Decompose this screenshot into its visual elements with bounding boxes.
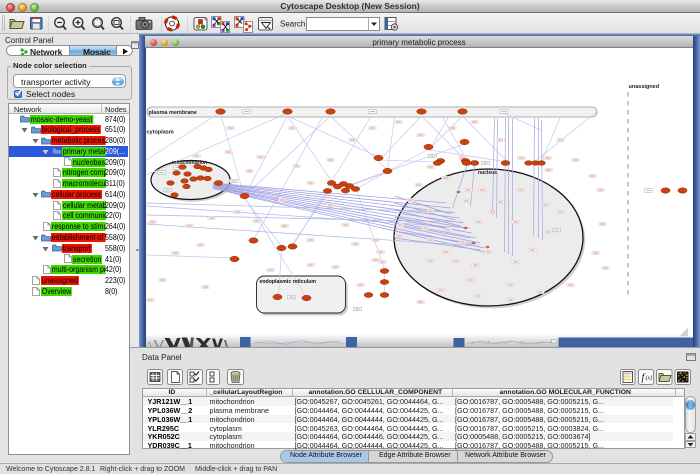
svg-text:endoplasmic reticulum: endoplasmic reticulum [259, 279, 316, 285]
svg-text:Search:: Search: [280, 20, 308, 29]
svg-text:unassigned: unassigned [628, 84, 659, 90]
svg-text:cytoplasm: cytoplasm [146, 130, 173, 136]
svg-text:(x): (x) [646, 375, 653, 382]
svg-text:nucleus: nucleus [478, 170, 497, 176]
svg-text:mitochondrion: mitochondrion [172, 160, 207, 166]
svg-text:plasma membrane: plasma membrane [148, 110, 196, 116]
